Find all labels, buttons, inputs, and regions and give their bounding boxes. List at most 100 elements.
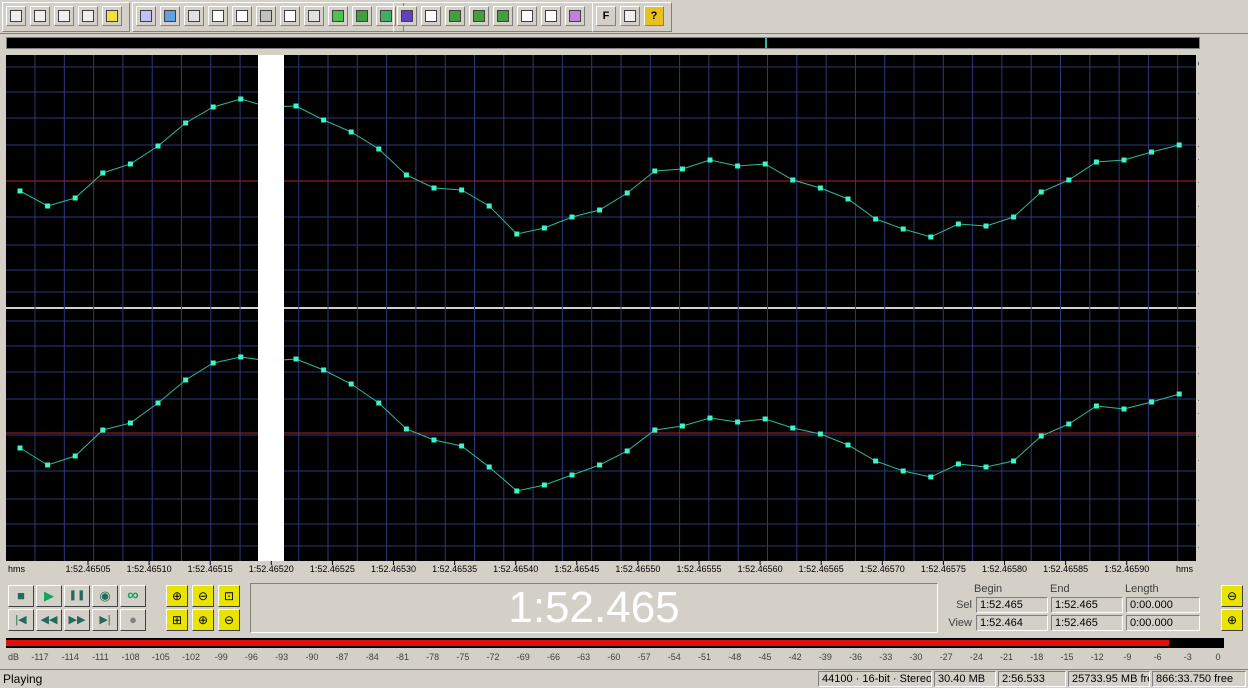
edit-view-icon[interactable] [208,6,228,26]
sample-point[interactable] [183,120,189,126]
sample-point[interactable] [486,203,492,209]
open-icon[interactable] [30,6,50,26]
sample-point[interactable] [100,427,106,433]
sample-point[interactable] [597,462,603,468]
sample-point[interactable] [1149,149,1155,155]
sample-point[interactable] [1176,142,1182,148]
play-button[interactable]: ▶ [36,585,62,607]
sample-point[interactable] [376,146,382,152]
sample-point[interactable] [900,226,906,232]
new-icon[interactable] [6,6,26,26]
paste-special-icon[interactable] [304,6,324,26]
view-length-field[interactable]: 0:00.000 [1126,615,1200,631]
sample-point[interactable] [790,425,796,431]
sample-point[interactable] [127,420,133,426]
sample-point[interactable] [403,172,409,178]
sample-point[interactable] [293,103,299,109]
sample-point[interactable] [955,221,961,227]
sample-point[interactable] [183,377,189,383]
sample-point[interactable] [72,195,78,201]
save-all-icon[interactable] [102,6,122,26]
sample-point[interactable] [845,196,851,202]
grid-icon[interactable] [445,6,465,26]
sample-point[interactable] [873,216,879,222]
sample-point[interactable] [1121,406,1127,412]
sample-point[interactable] [983,464,989,470]
sample-point[interactable] [155,400,161,406]
rewind-button[interactable]: ◀◀ [36,609,62,631]
cut-icon[interactable] [256,6,276,26]
loop-button[interactable]: ∞ [120,585,146,607]
sample-point[interactable] [735,419,741,425]
waveform-panel[interactable]: dB -3 -6 -9 -15 -∞ -15 -9 -6 -3 -3 -6 -9 -15 -∞ -15 -9 -6… [6,55,1199,577]
sel-begin-field[interactable]: 1:52.465 [976,597,1048,613]
copy-icon[interactable] [232,6,252,26]
sample-point[interactable] [321,367,327,373]
go-to-start-button[interactable]: |◀ [8,609,34,631]
sample-point[interactable] [541,225,547,231]
sample-point[interactable] [928,234,934,240]
sample-point[interactable] [762,416,768,422]
zoom-full-icon[interactable]: ⊡ [218,585,240,607]
sample-point[interactable] [376,400,382,406]
region-icon[interactable] [397,6,417,26]
sample-point[interactable] [486,464,492,470]
redo-icon[interactable] [160,6,180,26]
sample-point[interactable] [210,104,216,110]
sel-length-field[interactable]: 0:00.000 [1126,597,1200,613]
sample-point[interactable] [459,443,465,449]
sample-point[interactable] [1066,421,1072,427]
sample-point[interactable] [679,423,685,429]
sample-point[interactable] [1066,177,1072,183]
sample-point[interactable] [72,453,78,459]
sample-point[interactable] [238,96,244,102]
grid-three-icon[interactable] [493,6,513,26]
zoom-out-horizontal-icon[interactable]: ⊖ [1221,585,1243,607]
sample-point[interactable] [210,360,216,366]
sample-point[interactable] [1149,399,1155,405]
grid-alt-icon[interactable] [469,6,489,26]
overview-bar[interactable] [6,37,1200,49]
sel-end-field[interactable]: 1:52.465 [1051,597,1123,613]
sample-point[interactable] [790,177,796,183]
sample-point[interactable] [652,168,658,174]
sample-point[interactable] [17,188,23,194]
burn-icon[interactable] [565,6,585,26]
sample-point[interactable] [707,415,713,421]
help-icon[interactable]: ? [644,6,664,26]
marker-icon[interactable] [421,6,441,26]
sample-point[interactable] [1011,458,1017,464]
sample-point[interactable] [348,381,354,387]
sample-point[interactable] [541,482,547,488]
sample-point[interactable] [817,185,823,191]
sample-point[interactable] [293,356,299,362]
sample-point[interactable] [431,437,437,443]
sample-point[interactable] [155,143,161,149]
sample-point[interactable] [17,445,23,451]
play-all-button[interactable]: ◉ [92,585,118,607]
sample-point[interactable] [1093,159,1099,165]
sample-point[interactable] [45,203,51,209]
playback-cursor-region[interactable] [258,55,284,561]
sample-point[interactable] [348,129,354,135]
sample-point[interactable] [1038,433,1044,439]
sample-point[interactable] [1038,189,1044,195]
status-format[interactable]: 44100 · 16-bit · Stereo [818,671,932,687]
zoom-in-horizontal-icon[interactable]: ⊕ [1221,609,1243,631]
sample-point[interactable] [514,488,520,494]
sample-point[interactable] [652,427,658,433]
sample-point[interactable] [873,458,879,464]
sample-point[interactable] [955,461,961,467]
go-to-end-button[interactable]: ▶| [92,609,118,631]
sample-point[interactable] [928,474,934,480]
sample-point[interactable] [569,472,575,478]
sample-point[interactable] [707,157,713,163]
sample-point[interactable] [238,354,244,360]
sample-point[interactable] [762,161,768,167]
sample-point[interactable] [900,468,906,474]
forward-button[interactable]: ▶▶ [64,609,90,631]
sample-point[interactable] [1176,391,1182,397]
stop-button[interactable]: ■ [8,585,34,607]
trim-icon[interactable] [328,6,348,26]
zoom-out-icon[interactable]: ⊖ [192,585,214,607]
